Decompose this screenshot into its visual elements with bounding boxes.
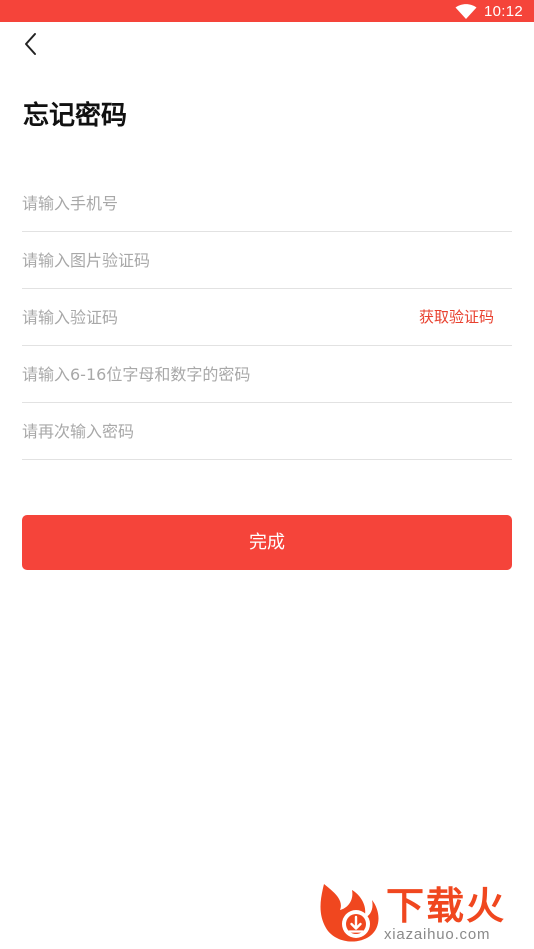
watermark-url: xiazaihuo.com [384, 926, 491, 943]
password-input[interactable] [22, 346, 402, 402]
flame-download-logo-icon [320, 884, 379, 942]
phone-input[interactable] [22, 175, 402, 231]
page-title: 忘记密码 [23, 101, 128, 131]
get-code-button[interactable]: 获取验证码 [419, 289, 494, 345]
status-time: 10:12 [484, 3, 524, 20]
watermark-brand: 下载火 [386, 884, 507, 928]
sms-code-input[interactable] [22, 289, 402, 345]
confirm-password-input[interactable] [22, 403, 402, 459]
sms-code-row: 获取验证码 [22, 289, 512, 346]
forgot-password-form: 获取验证码 [22, 175, 512, 460]
submit-button[interactable]: 完成 [22, 515, 512, 570]
image-captcha-input[interactable] [22, 232, 402, 288]
phone-row [22, 175, 512, 232]
wifi-icon [455, 4, 477, 19]
back-button[interactable] [18, 30, 48, 60]
password-row [22, 346, 512, 403]
chevron-left-icon [25, 33, 36, 55]
image-captcha-row [22, 232, 512, 289]
status-bar: 10:12 [0, 0, 534, 22]
confirm-password-row [22, 403, 512, 460]
watermark: 下载火 xiazaihuo.com [316, 880, 528, 946]
